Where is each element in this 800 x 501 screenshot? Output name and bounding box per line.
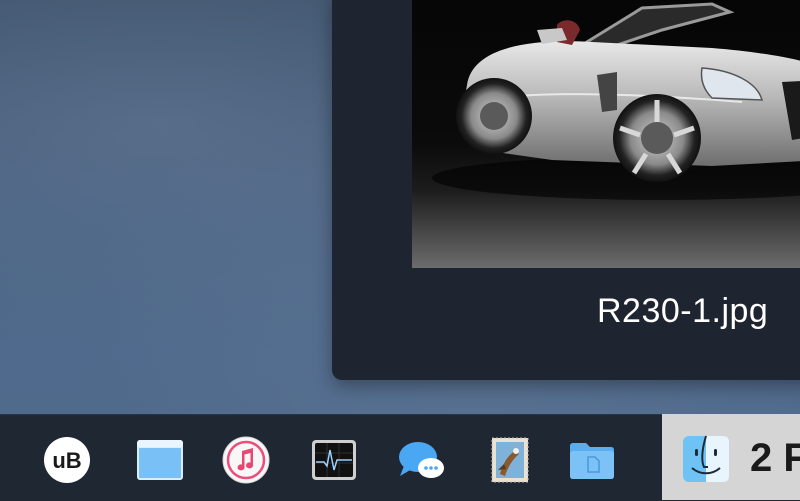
folder-window-icon[interactable] [136, 436, 184, 484]
documents-folder-icon[interactable] [568, 436, 616, 484]
switcher-app-label: 2 F [750, 436, 800, 480]
activity-monitor-icon[interactable] [310, 436, 358, 484]
messages-icon[interactable] [398, 436, 446, 484]
svg-text:uB: uB [52, 448, 81, 473]
itunes-icon[interactable] [222, 436, 270, 484]
app-switcher-panel[interactable]: 2 F [662, 414, 800, 500]
quick-look-preview[interactable]: R230-1.jpg [332, 0, 800, 380]
mail-stamp-icon[interactable] [486, 436, 534, 484]
preview-image [412, 0, 800, 268]
finder-icon[interactable] [682, 435, 730, 483]
ublock-icon[interactable]: uB [43, 436, 91, 484]
file-name-label: R230-1.jpg [597, 292, 769, 330]
